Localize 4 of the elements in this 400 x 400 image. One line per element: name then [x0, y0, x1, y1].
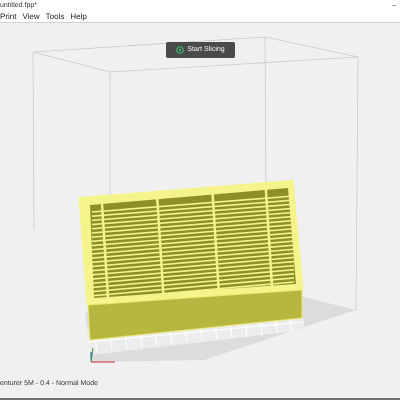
menu-item[interactable]: Help [70, 11, 87, 23]
menu-item[interactable]: View [22, 11, 40, 23]
menu-item[interactable]: Print [0, 11, 16, 23]
menu-item[interactable]: Tools [46, 11, 64, 23]
